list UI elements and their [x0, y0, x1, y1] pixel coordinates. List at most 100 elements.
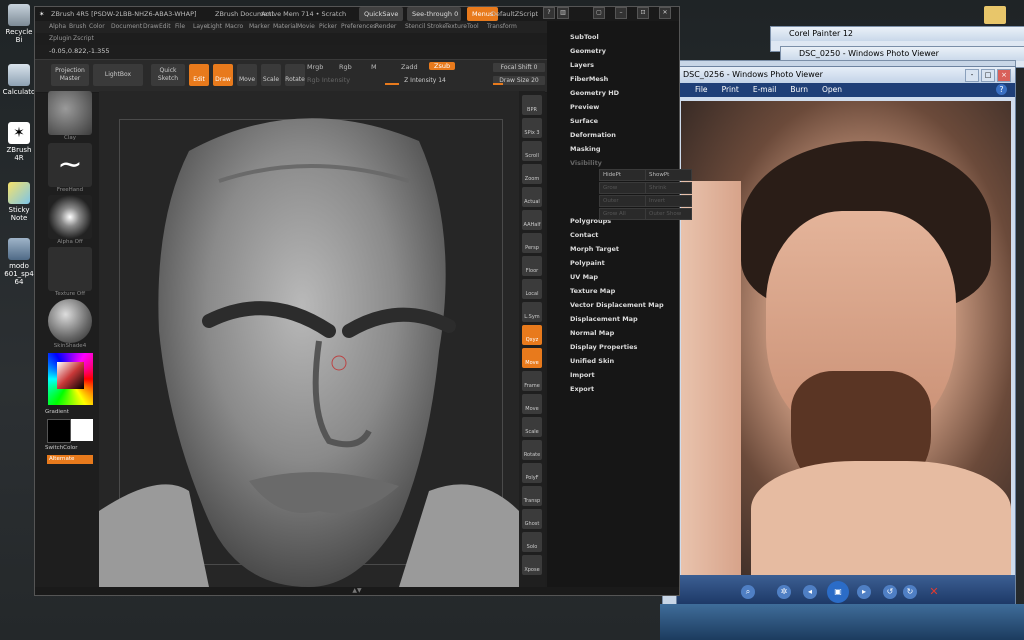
material-thumbnail[interactable]	[48, 299, 92, 343]
rgb-intensity-slider[interactable]: Rgb Intensity	[307, 76, 350, 84]
tool-menu-deformation[interactable]: Deformation	[570, 131, 616, 139]
menu-email[interactable]: E-mail	[753, 83, 777, 97]
desktop-icon-calculator[interactable]: Calculato	[2, 64, 36, 96]
scale-button[interactable]: Scale	[261, 64, 281, 86]
right-tray-move-button[interactable]: Move	[522, 394, 542, 414]
slideshow-icon[interactable]: ▣	[827, 581, 849, 603]
visibility-shrink-button[interactable]: Shrink	[645, 182, 692, 194]
tool-menu-morph-target[interactable]: Morph Target	[570, 245, 619, 253]
tool-menu-surface[interactable]: Surface	[570, 117, 598, 125]
close-icon[interactable]: ✕	[659, 7, 671, 19]
menu-file[interactable]: File	[695, 83, 708, 97]
tool-menu-export[interactable]: Export	[570, 385, 594, 393]
right-tray-zoom-button[interactable]: Zoom	[522, 164, 542, 184]
default-zscript[interactable]: DefaultZScript	[491, 7, 538, 21]
texture-thumbnail[interactable]	[48, 247, 92, 291]
bottom-scroll-bar[interactable]: ▲▼	[35, 587, 679, 595]
menu-draw[interactable]: Draw	[143, 21, 159, 33]
menu-print[interactable]: Print	[722, 83, 739, 97]
draw-size-slider[interactable]: Draw Size 20	[493, 76, 545, 85]
right-tray-ghost-button[interactable]: Ghost	[522, 509, 542, 529]
folder-icon[interactable]	[984, 6, 1006, 24]
tool-menu-contact[interactable]: Contact	[570, 231, 598, 239]
menu-zplugin[interactable]: Zplugin	[49, 33, 72, 45]
tool-menu-subtool[interactable]: SubTool	[570, 33, 599, 41]
visibility-invert-button[interactable]: Invert	[645, 195, 692, 207]
tool-menu-masking[interactable]: Masking	[570, 145, 601, 153]
tool-menu-texture-map[interactable]: Texture Map	[570, 287, 615, 295]
tool-menu-uv-map[interactable]: UV Map	[570, 273, 598, 281]
document-canvas[interactable]	[99, 91, 519, 587]
menu-transform[interactable]: Transform	[487, 21, 517, 33]
visibility-hidept-button[interactable]: HidePt	[599, 169, 646, 181]
tool-menu-geometry[interactable]: Geometry	[570, 47, 606, 55]
rotate-left-icon[interactable]: ↺	[883, 585, 897, 599]
tool-menu-geometry-hd[interactable]: Geometry HD	[570, 89, 619, 97]
right-tray-frame-button[interactable]: Frame	[522, 371, 542, 391]
right-tray-bpr-button[interactable]: BPR	[522, 95, 542, 115]
menu-edit[interactable]: Edit	[159, 21, 171, 33]
switch-color-label[interactable]: SwitchColor	[45, 445, 95, 451]
menu-material[interactable]: Material	[273, 21, 297, 33]
quicksave-button[interactable]: QuickSave	[359, 7, 404, 21]
minimize-button[interactable]: -	[965, 69, 979, 82]
menu-marker[interactable]: Marker	[249, 21, 270, 33]
visibility-grow-all-button[interactable]: Grow All	[599, 208, 646, 220]
primary-color-white[interactable]	[71, 419, 93, 441]
zadd-button[interactable]: Zadd	[401, 63, 418, 71]
right-tray-solo-button[interactable]: Solo	[522, 532, 542, 552]
menu-texture[interactable]: Texture	[445, 21, 467, 33]
gradient-label[interactable]: Gradient	[45, 409, 95, 415]
next-icon[interactable]: ▸	[857, 585, 871, 599]
tool-menu-layers[interactable]: Layers	[570, 61, 594, 69]
rgb-button[interactable]: Rgb	[339, 63, 352, 71]
menu-light[interactable]: Light	[207, 21, 222, 33]
tool-menu-preview[interactable]: Preview	[570, 103, 599, 111]
right-tray-rotate-button[interactable]: Rotate	[522, 440, 542, 460]
zbrush-window[interactable]: ✶ ZBrush 4R5 [PSDW-2LBB-NHZ6-ABA3-WHAP] …	[34, 6, 692, 596]
draw-button[interactable]: Draw	[213, 64, 233, 86]
visibility-showpt-button[interactable]: ShowPt	[645, 169, 692, 181]
menu-burn[interactable]: Burn	[790, 83, 808, 97]
quick-sketch-button[interactable]: Quick Sketch	[151, 64, 185, 86]
stroke-thumbnail[interactable]: ∼	[48, 143, 92, 187]
visibility-outer-show-button[interactable]: Outer Show	[645, 208, 692, 220]
move-button[interactable]: Move	[237, 64, 257, 86]
restore-icon[interactable]: ▢	[593, 7, 605, 19]
maximize-button[interactable]: □	[981, 69, 995, 82]
tool-menu-polypaint[interactable]: Polypaint	[570, 259, 605, 267]
desktop-icon-recycle-bin[interactable]: Recycle Bi	[2, 4, 36, 44]
zsub-button[interactable]: Zsub	[429, 62, 456, 70]
brush-thumbnail[interactable]	[48, 91, 92, 135]
menu-color[interactable]: Color	[89, 21, 105, 33]
right-tray-scroll-button[interactable]: Scroll	[522, 141, 542, 161]
edit-button[interactable]: Edit	[189, 64, 209, 86]
color-picker[interactable]	[48, 353, 93, 405]
right-tray-persp-button[interactable]: Persp	[522, 233, 542, 253]
z-intensity-slider[interactable]: Z Intensity 14	[385, 76, 465, 85]
help-icon[interactable]: ?	[543, 7, 555, 19]
visibility-grow-button[interactable]: Grow	[599, 182, 646, 194]
right-tray-actual-button[interactable]: Actual	[522, 187, 542, 207]
tool-menu-vector-displacement-map[interactable]: Vector Displacement Map	[570, 301, 664, 309]
right-tray-aahalf-button[interactable]: AAHalf	[522, 210, 542, 230]
menu-preferences[interactable]: Preferences	[341, 21, 376, 33]
desktop-icon-zbrush[interactable]: ✶ ZBrush 4R	[2, 122, 36, 162]
menu-picker[interactable]: Picker	[319, 21, 337, 33]
photo-viewer-window[interactable]: DSC_0256 - Windows Photo Viewer - □ × Fi…	[676, 66, 1016, 612]
secondary-color-black[interactable]	[47, 419, 71, 443]
fit-icon[interactable]: ✲	[777, 585, 791, 599]
right-tray-xpose-button[interactable]: Xpose	[522, 555, 542, 575]
m-button[interactable]: M	[371, 63, 377, 71]
desktop-icon-modo[interactable]: modo 601_sp4 64	[2, 238, 36, 286]
close-button[interactable]: ×	[997, 69, 1011, 82]
right-tray-floor-button[interactable]: Floor	[522, 256, 542, 276]
alternate-button[interactable]: Alternate	[47, 455, 93, 464]
alpha-thumbnail[interactable]	[48, 195, 92, 239]
menu-movie[interactable]: Movie	[297, 21, 315, 33]
maximize-icon[interactable]: ⊡	[637, 7, 649, 19]
right-tray-spix-3-button[interactable]: SPix 3	[522, 118, 542, 138]
zoom-icon[interactable]: ⌕	[741, 585, 755, 599]
minimize-icon[interactable]: –	[615, 7, 627, 19]
tool-menu-displacement-map[interactable]: Displacement Map	[570, 315, 638, 323]
